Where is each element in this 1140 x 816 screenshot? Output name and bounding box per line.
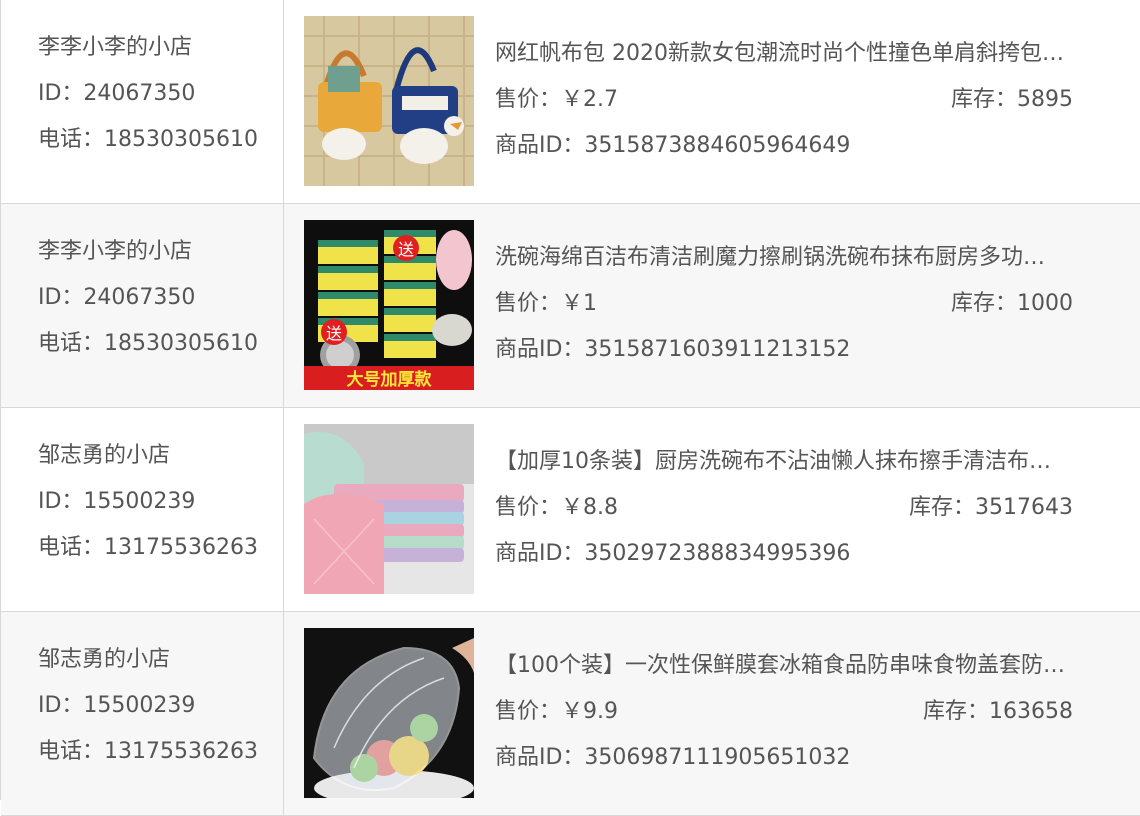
product-stock: 库存：1000 [951, 291, 1073, 316]
product-stock: 库存：5895 [951, 87, 1073, 112]
product-image[interactable]: 送 送 大号加厚款 [304, 220, 474, 390]
product-cell: 【加厚10条装】厨房洗碗布不沾油懒人抹布擦手清洁布… 售价：￥8.8 库存：35… [284, 408, 1140, 611]
shop-name: 李李小李的小店 [38, 35, 193, 60]
product-cell: 网红帆布包 2020新款女包潮流时尚个性撞色单肩斜挎包… 售价：￥2.7 库存：… [284, 0, 1140, 203]
product-image[interactable] [304, 16, 474, 186]
product-table: 李李小李的小店 ID：24067350 电话：18530305610 网红帆布包… [0, 0, 1140, 816]
table-row[interactable]: 邹志勇的小店 ID：15500239 电话：13175536263 [1, 408, 1140, 612]
table-row[interactable]: 李李小李的小店 ID：24067350 电话：18530305610 [1, 0, 1140, 204]
product-cell: 送 送 大号加厚款 洗碗海绵百洁布清洁刷魔力擦刷锅洗碗布抹布厨房多功… 售价：￥… [284, 204, 1140, 407]
product-image[interactable] [304, 424, 474, 594]
table-row[interactable]: 邹志勇的小店 ID：15500239 电话：13175536263 [1, 612, 1140, 816]
product-id: 商品ID：3515871603911213152 [495, 337, 851, 362]
product-price: 售价：￥1 [495, 291, 597, 316]
gift-badge-2: 送 [326, 324, 342, 343]
shop-name: 邹志勇的小店 [38, 443, 171, 468]
shop-cell: 邹志勇的小店 ID：15500239 电话：13175536263 [1, 612, 284, 815]
table-row[interactable]: 李李小李的小店 ID：24067350 电话：18530305610 [1, 204, 1140, 408]
product-name[interactable]: 【100个装】一次性保鲜膜套冰箱食品防串味食物盖套防… [495, 650, 1111, 682]
product-id: 商品ID：3502972388834995396 [495, 541, 851, 566]
product-cell: 【100个装】一次性保鲜膜套冰箱食品防串味食物盖套防… 售价：￥9.9 库存：1… [284, 612, 1140, 815]
product-price: 售价：￥9.9 [495, 699, 618, 724]
shop-id: ID：15500239 [38, 489, 196, 514]
gift-badge-1: 送 [398, 240, 414, 259]
shop-phone: 电话：18530305610 [38, 127, 258, 152]
product-name[interactable]: 网红帆布包 2020新款女包潮流时尚个性撞色单肩斜挎包… [495, 38, 1111, 70]
product-price: 售价：￥2.7 [495, 87, 618, 112]
product-stock: 库存：163658 [923, 699, 1073, 724]
product-image[interactable] [304, 628, 474, 798]
product-name[interactable]: 洗碗海绵百洁布清洁刷魔力擦刷锅洗碗布抹布厨房多功… [495, 242, 1111, 274]
shop-id: ID：15500239 [38, 693, 196, 718]
product-price: 售价：￥8.8 [495, 495, 618, 520]
image-banner-text: 大号加厚款 [347, 369, 433, 390]
product-stock: 库存：3517643 [909, 495, 1073, 520]
product-name[interactable]: 【加厚10条装】厨房洗碗布不沾油懒人抹布擦手清洁布… [495, 446, 1111, 478]
shop-id: ID：24067350 [38, 81, 196, 106]
shop-cell: 邹志勇的小店 ID：15500239 电话：13175536263 [1, 408, 284, 611]
shop-phone: 电话：18530305610 [38, 331, 258, 356]
shop-name: 李李小李的小店 [38, 239, 193, 264]
shop-id: ID：24067350 [38, 285, 196, 310]
product-id: 商品ID：3506987111905651032 [495, 745, 851, 770]
shop-cell: 李李小李的小店 ID：24067350 电话：18530305610 [1, 204, 284, 407]
shop-phone: 电话：13175536263 [38, 739, 258, 764]
shop-cell: 李李小李的小店 ID：24067350 电话：18530305610 [1, 0, 284, 203]
shop-name: 邹志勇的小店 [38, 647, 171, 672]
shop-phone: 电话：13175536263 [38, 535, 258, 560]
product-id: 商品ID：3515873884605964649 [495, 133, 851, 158]
